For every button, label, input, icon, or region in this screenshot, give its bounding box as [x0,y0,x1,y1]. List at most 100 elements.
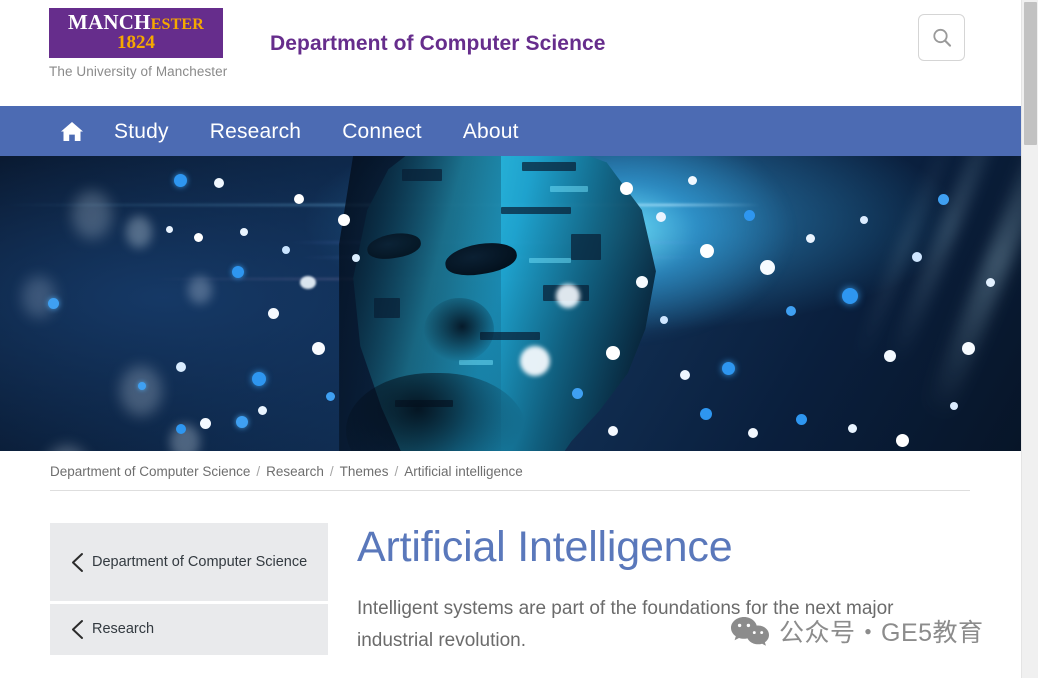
bokeh-particle [48,298,59,309]
logo-box: MANCHESTER 1824 [49,8,223,58]
bokeh-particle [282,246,290,254]
bokeh-particle [138,382,146,390]
page-intro-text: Intelligent systems are part of the foun… [357,598,894,652]
circuit-line [522,162,577,172]
circuit-block [374,298,401,319]
breadcrumb-item-department[interactable]: Department of Computer Science [50,464,250,479]
bokeh-particle [312,342,325,355]
bokeh-particle [176,424,186,434]
bokeh-particle [912,252,922,262]
breadcrumb-item-themes[interactable]: Themes [340,464,389,479]
bokeh-particle [188,276,212,304]
breadcrumb-item-current[interactable]: Artificial intelligence [404,464,523,479]
search-button[interactable] [918,14,965,61]
bokeh-particle [326,392,335,401]
bokeh-particle [120,366,162,416]
bokeh-particle [338,214,350,226]
main-column: Artificial Intelligence Intelligent syst… [328,523,1021,658]
sidebar-item-label: Research [92,621,155,638]
digital-head-graphic [318,156,670,451]
bokeh-particle [556,284,580,308]
bokeh-particle [252,372,266,386]
circuit-line [550,186,589,193]
site-title[interactable]: Department of Computer Science [270,32,606,56]
bokeh-particle [240,228,248,236]
content-area: Department of Computer Science Research … [0,491,1021,658]
bokeh-particle [986,278,995,287]
sidebar-navigation: Department of Computer Science Research [50,523,328,658]
nav-item-connect[interactable]: Connect [342,121,422,142]
sidebar-item-research[interactable]: Research [50,604,328,655]
bokeh-particle [860,216,868,224]
site-header: MANCHESTER 1824 The University of Manche… [0,0,1021,106]
search-icon [932,28,951,47]
circuit-block [402,169,443,182]
bokeh-particle [786,306,796,316]
bokeh-particle [236,416,248,428]
bokeh-particle [680,370,690,380]
logo-year: 1824 [117,32,155,53]
sidebar-item-label: Department of Computer Science [92,553,308,570]
bokeh-particle [200,418,211,429]
bokeh-particle [700,244,714,258]
bokeh-particle [620,182,633,195]
bokeh-particle [232,266,244,278]
logo-wordmark: MANCHESTER [49,12,223,33]
scrollbar-thumb[interactable] [1024,2,1037,145]
nav-item-study[interactable]: Study [114,121,169,142]
nav-home-button[interactable] [52,114,92,148]
bokeh-particle [722,362,735,375]
bokeh-particle [572,388,583,399]
logo-word-part1: MANCH [67,10,151,34]
bokeh-particle [268,308,279,319]
home-icon [61,121,83,141]
breadcrumb-wrapper: Department of Computer Science / Research /… [0,451,1021,479]
breadcrumb: Department of Computer Science / Research /… [50,464,1021,479]
bokeh-particle [608,426,618,436]
bokeh-particle [688,176,697,185]
university-logo[interactable]: MANCHESTER 1824 The University of Manche… [49,8,228,79]
bokeh-particle [896,434,909,447]
sidebar-item-department-of-computer-science[interactable]: Department of Computer Science [50,523,328,601]
vertical-scrollbar[interactable] [1021,0,1038,678]
nav-item-about[interactable]: About [463,121,519,142]
bokeh-particle [194,233,203,242]
bokeh-particle [294,194,304,204]
circuit-line [529,257,572,263]
bokeh-particle [884,350,896,362]
circuit-block [571,233,602,260]
chevron-left-icon [62,619,92,640]
logo-word-part2: ESTER [150,16,205,33]
bokeh-particle [848,424,857,433]
bokeh-particle [744,210,755,221]
bokeh-particle [176,362,186,372]
bokeh-particle [700,408,712,420]
breadcrumb-item-research[interactable]: Research [266,464,324,479]
logo-tagline: The University of Manchester [49,64,228,79]
bokeh-particle [22,276,56,318]
page-viewport: MANCHESTER 1824 The University of Manche… [0,0,1021,678]
bokeh-particle [938,194,949,205]
main-navigation: Study Research Connect About [0,106,1021,156]
bokeh-particle [760,260,775,275]
bokeh-particle [214,178,224,188]
bokeh-particle [962,342,975,355]
breadcrumb-separator: / [256,464,261,479]
bokeh-particle [174,174,187,187]
bokeh-particle [748,428,758,438]
chevron-left-icon [62,552,92,573]
bokeh-particle [520,346,550,376]
bokeh-particle [300,276,316,289]
bokeh-particle [166,226,173,233]
bokeh-particle [606,346,620,360]
bokeh-particle [806,234,815,243]
bokeh-particle [950,402,958,410]
bokeh-particle [660,316,668,324]
page-title: Artificial Intelligence [357,523,733,571]
bokeh-particle [352,254,360,262]
bokeh-particle [656,212,666,222]
circuit-line [501,206,572,214]
nav-item-research[interactable]: Research [210,121,301,142]
bokeh-particle [126,216,152,248]
bokeh-particle [636,276,648,288]
